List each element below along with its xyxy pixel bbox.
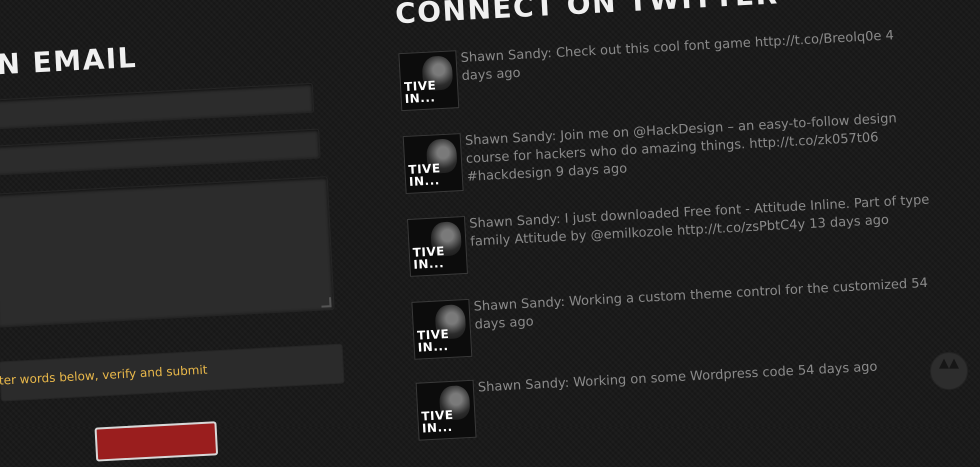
tweet-link[interactable]: http://t.co/zsPbtC4y <box>677 217 806 239</box>
tweet-hashtag[interactable]: #hackdesign <box>467 165 553 184</box>
tweet-author: Shawn Sandy: <box>464 129 557 149</box>
avatar[interactable]: TIVE IN... <box>398 50 460 112</box>
avatar[interactable]: TIVE IN... <box>411 298 473 360</box>
avatar-label: TIVE IN... <box>403 78 437 106</box>
tweet-count: 54 <box>910 275 929 292</box>
tweet-text: Shawn Sandy: Join me on @HackDesign – an… <box>465 109 929 187</box>
twitter-section-heading: CONNECT ON TWITTER <box>394 0 780 31</box>
captcha-hint: ter words below, verify and submit <box>0 362 208 388</box>
page-stage: AN EMAIL s ter words below, verify and s… <box>0 0 980 462</box>
avatar-label: TIVE IN... <box>421 407 454 436</box>
tweet-link[interactable]: http://t.co/Breolq0e <box>755 29 882 51</box>
submit-button[interactable] <box>94 421 219 462</box>
tweet-link[interactable]: http://t.co/zk057t06 <box>749 130 879 152</box>
tweet-text: Shawn Sandy: Working a custom theme cont… <box>473 274 936 334</box>
avatar-label: TIVE IN... <box>412 244 446 272</box>
tweet-item: TIVE IN... Shawn Sandy: Working a custom … <box>411 276 928 360</box>
tweet-body: Check out this cool font game <box>555 35 752 61</box>
back-to-top-button[interactable]: ▲▲ <box>930 352 968 390</box>
tweet-text: Shawn Sandy: I just downloaded Free font… <box>469 192 932 252</box>
avatar[interactable]: TIVE IN... <box>415 379 477 441</box>
name-input[interactable] <box>0 82 315 130</box>
tweet-item: TIVE IN... Shawn Sandy: Working on some W… <box>415 358 885 441</box>
tweet-author: Shawn Sandy: <box>473 294 566 315</box>
tweet-text: Shawn Sandy: Check out this cool font ga… <box>460 26 923 86</box>
avatar[interactable]: TIVE IN... <box>407 215 468 277</box>
captcha-box: ter words below, verify and submit <box>0 343 345 402</box>
tweet-age: 9 days ago <box>555 161 628 181</box>
tweet-author: Shawn Sandy: <box>460 46 553 66</box>
tweet-age: 54 days ago <box>797 359 878 379</box>
subject-input[interactable]: s <box>0 128 321 176</box>
tweet-body: Working on some Wordpress code <box>572 363 795 391</box>
double-chevron-up-icon: ▲▲ <box>939 356 959 371</box>
tweet-author: Shawn Sandy: <box>477 375 570 396</box>
tweet-text: Shawn Sandy: Working on some Wordpress c… <box>478 355 940 397</box>
tweet-age: 13 days ago <box>808 212 890 232</box>
tweet-body: Working a custom theme control for the c… <box>568 276 908 310</box>
tweet-item: TIVE IN... Shawn Sandy: Join me on @HackD… <box>402 111 897 195</box>
tweet-age: days ago <box>474 314 534 333</box>
message-textarea[interactable] <box>0 176 335 328</box>
tweet-author: Shawn Sandy: <box>468 211 561 232</box>
tweet-item: TIVE IN... Shawn Sandy: I just downloaded… <box>407 193 930 277</box>
tweet-item: TIVE IN... Shawn Sandy: Check out this co… <box>398 28 894 112</box>
avatar-label: TIVE IN... <box>408 161 441 189</box>
avatar-label: TIVE IN... <box>416 326 450 355</box>
email-section-heading: AN EMAIL <box>0 40 138 83</box>
avatar[interactable]: TIVE IN... <box>402 133 464 195</box>
resize-grip-icon[interactable] <box>321 297 332 308</box>
